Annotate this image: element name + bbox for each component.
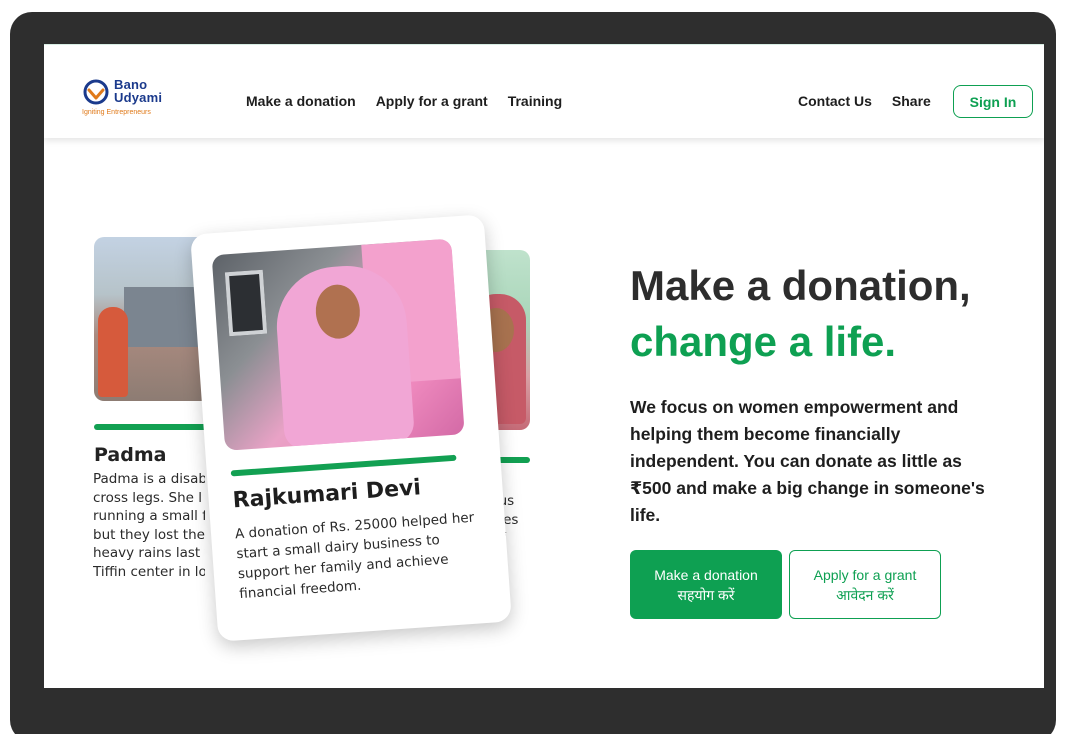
make-donation-button[interactable]: Make a donation सहयोग करें (630, 550, 782, 619)
logo-heart-icon (83, 79, 109, 105)
photo-person-shape (98, 307, 128, 397)
logo[interactable]: Bano Udyami Igniting Entrepreneurs (82, 75, 174, 121)
story-divider-left (94, 424, 212, 430)
apply-grant-button-label-hi: आवेदन करें (836, 586, 894, 603)
story-name-left: Padma (94, 444, 167, 466)
photo-stall-shape (124, 287, 204, 347)
story-name-main: Rajkumari Devi (231, 475, 422, 514)
logo-tagline: Igniting Entrepreneurs (82, 109, 151, 116)
story-photo-main (211, 238, 465, 451)
make-donation-button-label-en: Make a donation (654, 566, 758, 583)
story-divider-main (230, 454, 457, 477)
hero-title-line1: Make a donation, (630, 262, 971, 309)
nav-apply-grant[interactable]: Apply for a grant (376, 93, 488, 109)
secondary-nav: Contact Us Share (798, 93, 931, 109)
sign-in-button[interactable]: Sign In (953, 85, 1033, 118)
browser-screen: Bano Udyami Igniting Entrepreneurs Make … (44, 44, 1044, 688)
hero-title-line2: change a life. (630, 318, 897, 365)
nav-share[interactable]: Share (892, 93, 931, 109)
story-description-left: Padma is a disab cross legs. She l runni… (93, 471, 205, 580)
photo-door-shape (224, 269, 268, 337)
nav-contact-us[interactable]: Contact Us (798, 93, 872, 109)
apply-grant-button-label-en: Apply for a grant (813, 566, 917, 583)
make-donation-button-label-hi: सहयोग करें (677, 586, 735, 603)
logo-text-line2: Udyami (114, 90, 163, 105)
primary-nav: Make a donation Apply for a grant Traini… (246, 93, 562, 109)
apply-grant-button[interactable]: Apply for a grant आवेदन करें (789, 550, 941, 619)
story-description-main: A donation of Rs. 25000 helped her start… (234, 509, 475, 603)
hero-description: We focus on women empowerment and helpin… (630, 397, 985, 525)
nav-training[interactable]: Training (508, 93, 562, 109)
story-card-main[interactable]: Rajkumari Devi A donation of Rs. 25000 h… (190, 214, 512, 642)
site-header: Bano Udyami Igniting Entrepreneurs Make … (44, 44, 1044, 138)
nav-make-donation[interactable]: Make a donation (246, 93, 356, 109)
